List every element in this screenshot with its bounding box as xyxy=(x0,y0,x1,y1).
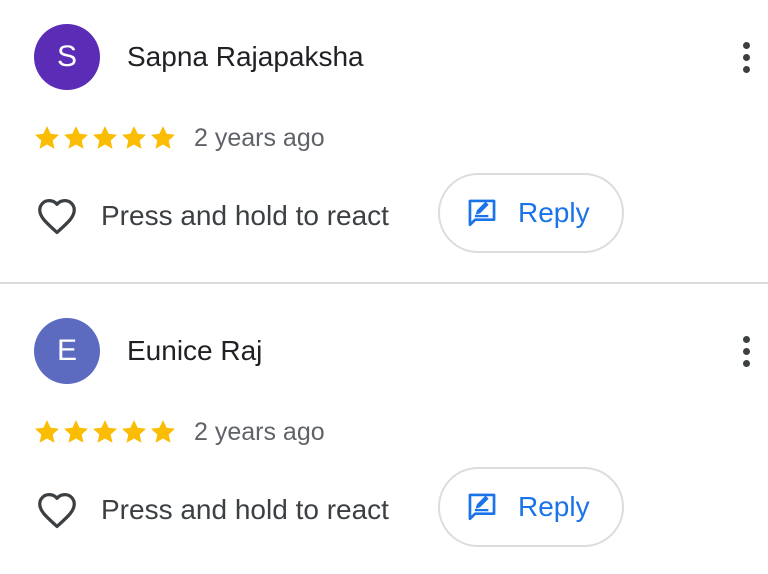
star-rating xyxy=(33,124,177,154)
more-options-icon[interactable] xyxy=(728,36,766,78)
react-button[interactable]: Press and hold to react xyxy=(34,486,389,534)
react-button[interactable]: Press and hold to react xyxy=(34,192,389,240)
review-time: 2 years ago xyxy=(194,418,325,446)
star-icon xyxy=(150,420,176,443)
star-icon xyxy=(92,420,118,443)
reply-label: Reply xyxy=(518,197,590,228)
avatar[interactable]: E xyxy=(34,318,100,384)
reply-button[interactable]: Reply xyxy=(438,467,624,547)
review-card: E Eunice Raj 2 years ago Press and hold … xyxy=(0,294,768,574)
avatar-letter: E xyxy=(56,334,77,367)
heart-icon xyxy=(38,199,76,235)
avatar[interactable]: S xyxy=(34,24,100,90)
avatar-letter: S xyxy=(56,40,77,73)
reviewer-name[interactable]: Sapna Rajapaksha xyxy=(127,39,364,75)
react-label: Press and hold to react xyxy=(101,494,389,525)
reviewer-name[interactable]: Eunice Raj xyxy=(127,333,262,369)
reply-button[interactable]: Reply xyxy=(438,173,624,253)
heart-icon xyxy=(38,493,76,529)
star-rating xyxy=(33,418,177,448)
star-icon xyxy=(150,126,176,149)
star-icon xyxy=(92,126,118,149)
review-time: 2 years ago xyxy=(194,124,325,152)
reply-icon xyxy=(468,199,496,227)
divider xyxy=(0,282,768,284)
reply-label: Reply xyxy=(518,491,590,522)
reply-icon xyxy=(468,493,496,521)
react-label: Press and hold to react xyxy=(101,200,389,231)
star-icon xyxy=(121,126,147,149)
review-card: S Sapna Rajapaksha 2 years ago Press and… xyxy=(0,0,768,280)
star-icon xyxy=(34,126,60,149)
star-icon xyxy=(121,420,147,443)
star-icon xyxy=(63,420,89,443)
star-icon xyxy=(34,420,60,443)
star-icon xyxy=(63,126,89,149)
more-options-icon[interactable] xyxy=(728,330,766,372)
